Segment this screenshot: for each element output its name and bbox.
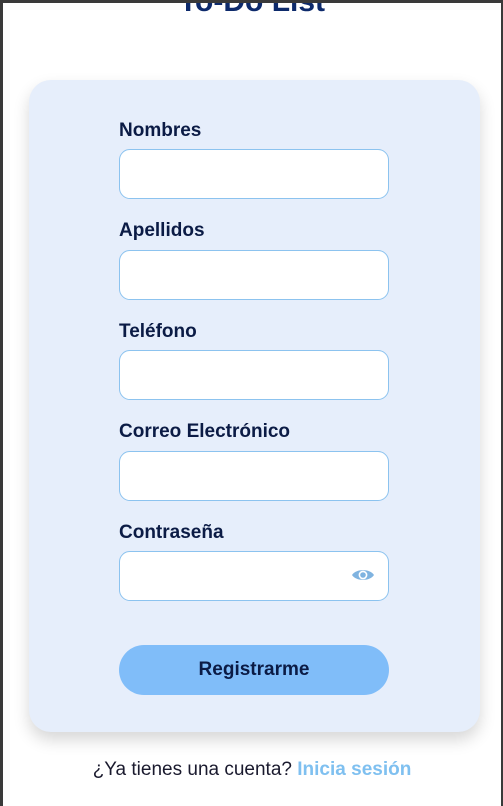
eye-icon[interactable]	[351, 567, 375, 583]
app-window: To-Do List Nombres Apellidos Teléfono Co…	[0, 0, 503, 806]
nombres-label: Nombres	[119, 120, 202, 141]
login-prompt-text: ¿Ya tienes una cuenta?	[92, 759, 292, 780]
contrasena-label: Contraseña	[119, 522, 224, 543]
apellidos-input[interactable]	[119, 250, 389, 300]
telefono-label: Teléfono	[119, 321, 197, 342]
telefono-input[interactable]	[119, 350, 389, 400]
register-button[interactable]: Registrarme	[119, 645, 389, 695]
register-form-card: Nombres Apellidos Teléfono Correo Electr…	[29, 80, 480, 732]
eye-icon-svg	[352, 570, 374, 580]
login-link[interactable]: Inicia sesión	[297, 759, 411, 780]
apellidos-label: Apellidos	[119, 220, 205, 241]
correo-label: Correo Electrónico	[119, 421, 291, 442]
login-prompt: ¿Ya tienes una cuenta? Inicia sesión	[3, 759, 501, 781]
app-title: To-Do List	[178, 0, 326, 18]
nombres-input[interactable]	[119, 149, 389, 199]
eye-pupil	[360, 572, 366, 578]
correo-input[interactable]	[119, 451, 389, 501]
contrasena-input[interactable]	[119, 551, 389, 601]
